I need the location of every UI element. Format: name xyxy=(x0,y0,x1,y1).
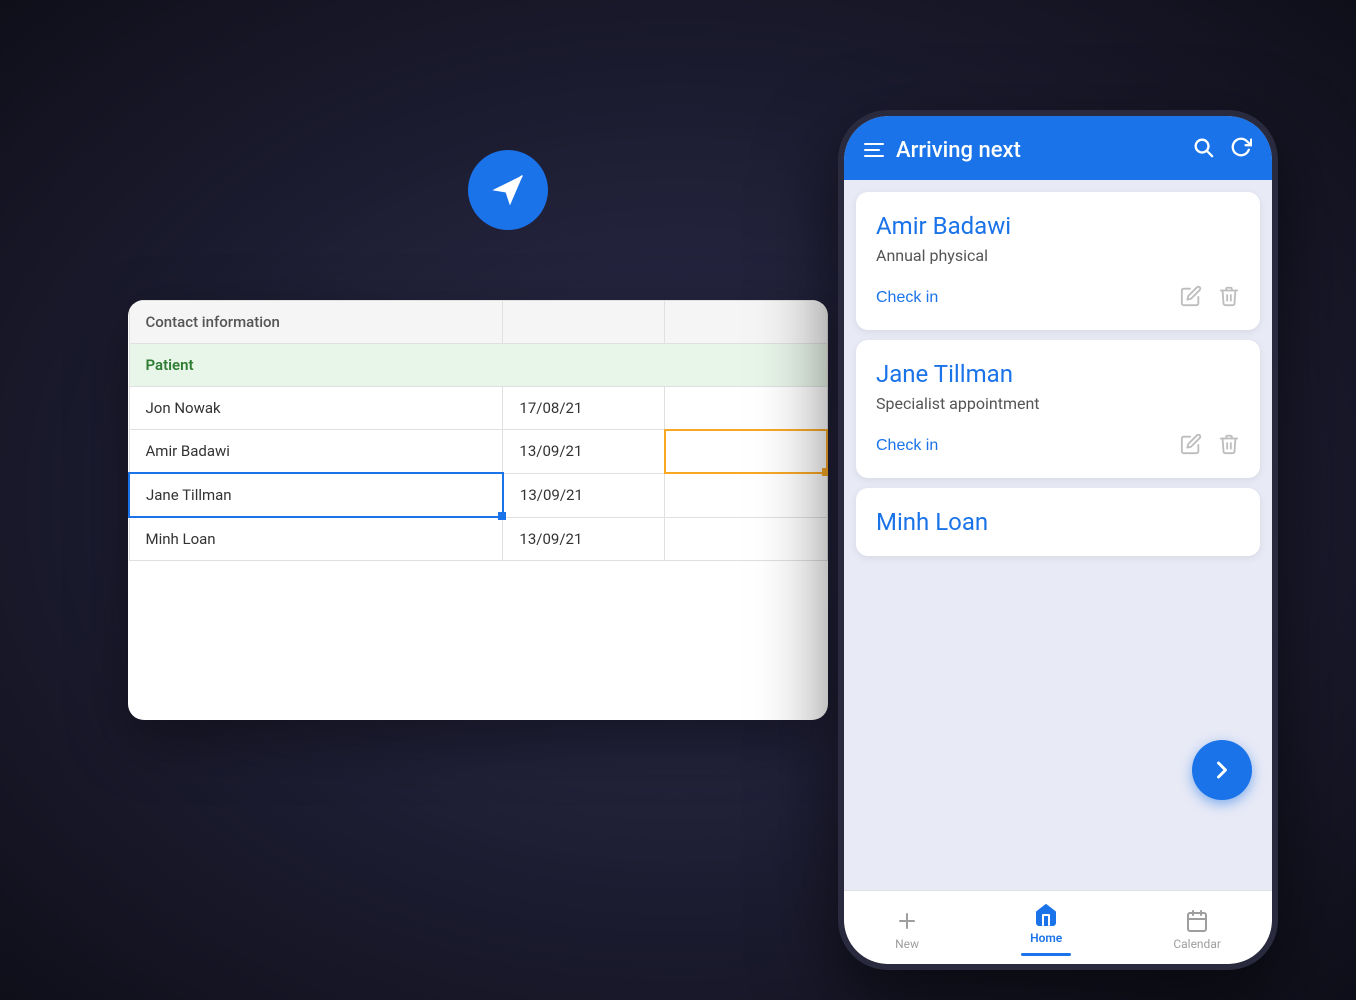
spreadsheet-table: Contact information Patient Jon Nowak 17… xyxy=(128,300,828,561)
nav-item-home[interactable]: Home xyxy=(1021,903,1071,956)
table-row: Jon Nowak 17/08/21 xyxy=(129,387,827,430)
header-row: Contact information xyxy=(129,301,827,344)
delete-button-2[interactable] xyxy=(1218,433,1240,458)
table-row: Minh Loan 13/09/21 xyxy=(129,517,827,561)
patient-name-4: Minh Loan xyxy=(129,517,503,561)
nav-item-calendar[interactable]: Calendar xyxy=(1173,909,1221,951)
blue-handle xyxy=(498,512,506,520)
card-actions-2: Check in xyxy=(876,433,1240,458)
patient-group-label: Patient xyxy=(129,344,827,387)
nav-item-new[interactable]: New xyxy=(895,909,919,951)
cell-selected-yellow xyxy=(665,430,827,474)
header-col3 xyxy=(665,301,827,344)
refresh-button[interactable] xyxy=(1230,136,1252,164)
patient-date-4: 13/09/21 xyxy=(503,517,665,561)
patient-group-row: Patient xyxy=(129,344,827,387)
patient-extra-3 xyxy=(665,473,827,517)
table-row: Jane Tillman 13/09/21 xyxy=(129,473,827,517)
patient-appointment-2: Specialist appointment xyxy=(876,394,1240,413)
phone-inner: Arriving next xyxy=(844,116,1272,964)
check-in-button-1[interactable]: Check in xyxy=(876,289,938,307)
nav-label-calendar: Calendar xyxy=(1173,937,1221,951)
patient-date-3: 13/09/21 xyxy=(503,473,665,517)
hamburger-icon[interactable] xyxy=(864,143,884,157)
patient-appointment-1: Annual physical xyxy=(876,246,1240,265)
bottom-nav: New Home Ca xyxy=(844,890,1272,964)
search-button[interactable] xyxy=(1192,136,1214,164)
patient-extra-4 xyxy=(665,517,827,561)
check-in-button-2[interactable]: Check in xyxy=(876,437,938,455)
patient-card-2: Jane Tillman Specialist appointment Chec… xyxy=(856,340,1260,478)
app-header: Arriving next xyxy=(844,116,1272,180)
patient-date-1: 17/08/21 xyxy=(503,387,665,430)
edit-button-1[interactable] xyxy=(1180,285,1202,310)
paper-plane-icon xyxy=(468,150,548,230)
patient-name-card-1: Amir Badawi xyxy=(876,212,1240,240)
patient-extra-1 xyxy=(665,387,827,430)
spreadsheet-panel: Contact information Patient Jon Nowak 17… xyxy=(128,300,828,720)
fab-button[interactable] xyxy=(1192,740,1252,800)
patient-name-card-2: Jane Tillman xyxy=(876,360,1240,388)
delete-button-1[interactable] xyxy=(1218,285,1240,310)
nav-active-bar xyxy=(1021,953,1071,956)
patient-card-3: Minh Loan xyxy=(856,488,1260,556)
patient-name-2: Amir Badawi xyxy=(129,430,503,474)
phone-mockup: Arriving next xyxy=(838,110,1278,970)
card-actions-1: Check in xyxy=(876,285,1240,310)
cell-selected-blue: Jane Tillman xyxy=(129,473,503,517)
edit-button-2[interactable] xyxy=(1180,433,1202,458)
card-icons-2 xyxy=(1180,433,1240,458)
header-col1: Contact information xyxy=(129,301,503,344)
patient-name-3: Jane Tillman xyxy=(146,486,232,504)
card-icons-1 xyxy=(1180,285,1240,310)
app-title: Arriving next xyxy=(896,138,1021,163)
header-left: Arriving next xyxy=(864,138,1021,163)
yellow-handle xyxy=(822,468,828,476)
table-row: Amir Badawi 13/09/21 xyxy=(129,430,827,474)
scene: Contact information Patient Jon Nowak 17… xyxy=(78,50,1278,950)
header-right xyxy=(1192,136,1252,164)
header-col2 xyxy=(503,301,665,344)
patient-card-1: Amir Badawi Annual physical Check in xyxy=(856,192,1260,330)
patient-name-card-3: Minh Loan xyxy=(876,508,1240,536)
nav-label-new: New xyxy=(895,937,919,951)
nav-label-home: Home xyxy=(1030,931,1062,945)
patient-date-2: 13/09/21 xyxy=(503,430,665,474)
patient-name-1: Jon Nowak xyxy=(129,387,503,430)
